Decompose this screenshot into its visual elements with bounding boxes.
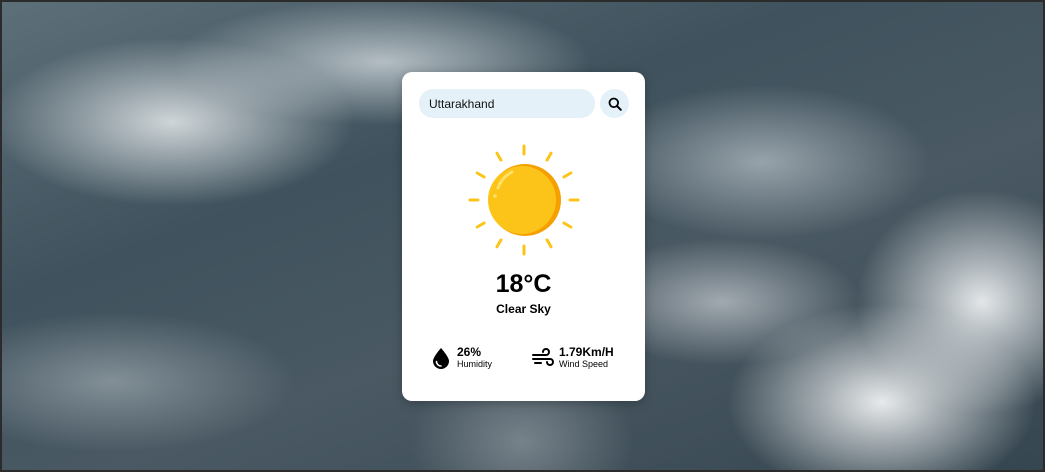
wind-speed-label: Wind Speed [559,359,609,369]
wind-stat: 1.79Km/H Wind Speed [532,346,614,370]
cloudy-sky-background: 18°C Clear Sky 26% Humidity [0,0,1045,472]
wind-icon [532,347,554,369]
city-search-input[interactable] [419,89,595,118]
sun-icon [468,144,580,256]
water-drop-icon [430,347,452,369]
search-button[interactable] [600,89,629,118]
humidity-value: 26% [457,345,482,359]
weather-condition: Clear Sky [496,302,551,316]
search-icon [608,97,622,111]
humidity-label: Humidity [457,359,493,369]
humidity-stat: 26% Humidity [430,346,492,370]
temperature-value: 18°C [495,270,552,298]
wind-speed-value: 1.79Km/H [559,345,614,359]
weather-card: 18°C Clear Sky 26% Humidity [402,72,645,401]
